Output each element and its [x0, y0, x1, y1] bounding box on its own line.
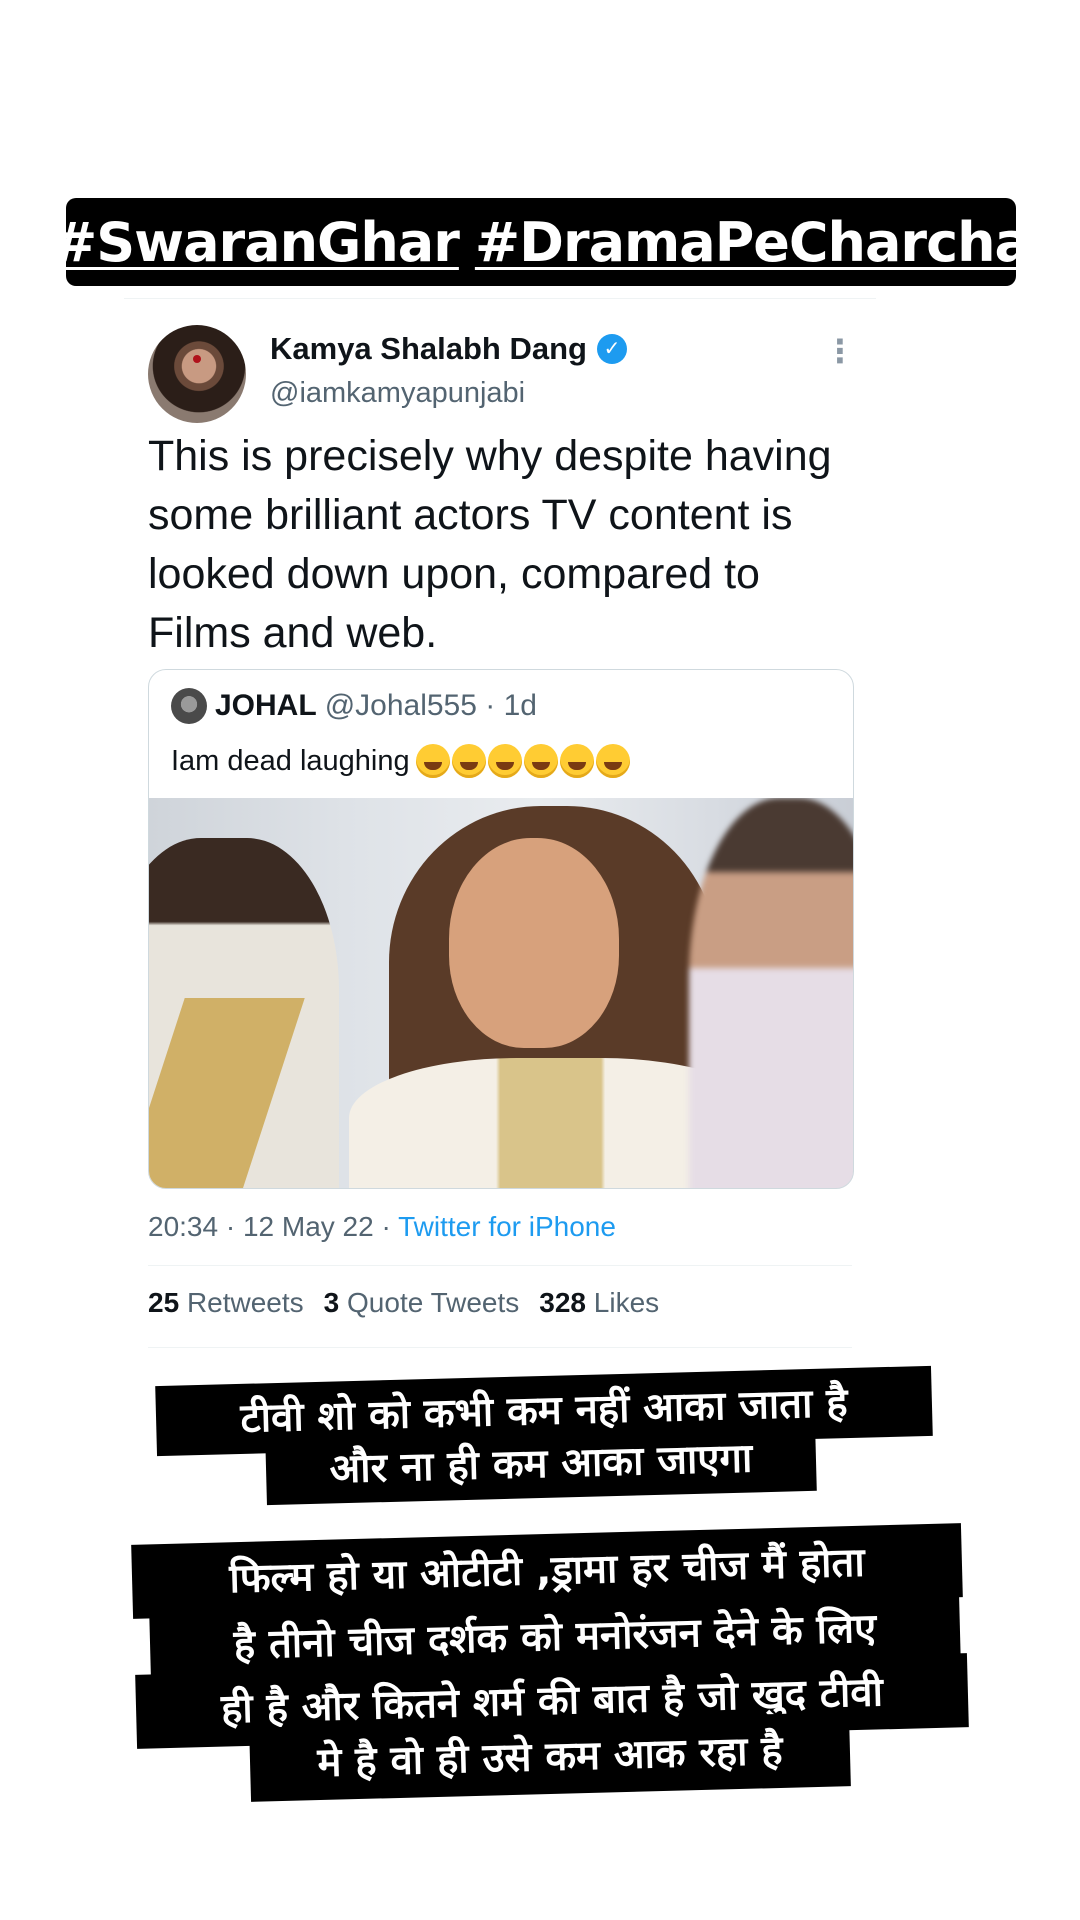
media-figure-right — [689, 798, 853, 1188]
tweet-timestamp-row: 20:34 · 12 May 22 · Twitter for iPhone — [148, 1211, 616, 1243]
likes-stat[interactable]: 328 Likes — [539, 1287, 659, 1319]
more-options-icon[interactable]: ⋮ — [824, 335, 856, 375]
quoted-media-image[interactable] — [149, 798, 853, 1188]
smiling-emoji-icon — [595, 744, 630, 778]
display-name: Kamya Shalabh Dang — [270, 331, 587, 366]
quoted-text-row: Iam dead laughing — [171, 744, 630, 778]
quoted-meta: @Johal555 · 1d — [324, 689, 537, 722]
laughing-emoji-row — [415, 744, 630, 778]
quoted-tweet-header: JOHAL @Johal555 · 1d — [171, 688, 537, 724]
story-caption-line-2: और ना ही कम आका जाएगा — [265, 1422, 817, 1506]
quoted-name: JOHAL — [215, 689, 317, 722]
media-figure-left — [149, 838, 339, 1188]
divider — [148, 1265, 852, 1266]
user-handle[interactable]: @iamkamyapunjabi — [270, 377, 525, 410]
display-name-row[interactable]: Kamya Shalabh Dang ✓ — [270, 331, 627, 367]
tweet-timestamp[interactable]: 20:34 · 12 May 22 · — [148, 1211, 398, 1242]
verified-badge-icon: ✓ — [596, 334, 627, 364]
quoted-tweet[interactable]: JOHAL @Johal555 · 1d Iam dead laughing — [148, 669, 854, 1189]
quote-tweets-stat[interactable]: 3 Quote Tweets — [324, 1287, 520, 1319]
hashtag-swaranghar[interactable]: #SwaranGhar — [52, 211, 460, 274]
laughing-emoji-icon — [451, 744, 486, 778]
tweet-source-link[interactable]: Twitter for iPhone — [398, 1211, 616, 1242]
laughing-emoji-icon — [415, 744, 450, 778]
quoted-avatar — [171, 688, 207, 724]
laughing-emoji-icon — [559, 744, 594, 778]
media-figure-center-face — [449, 838, 619, 1048]
tweet-text: This is precisely why despite having som… — [148, 432, 832, 657]
tweet-card[interactable]: Kamya Shalabh Dang ✓ @iamkamyapunjabi ⋮ … — [124, 298, 876, 1349]
avatar[interactable] — [148, 325, 246, 423]
tweet-stats: 25 Retweets 3 Quote Tweets 328 Likes — [148, 1287, 659, 1319]
retweets-stat[interactable]: 25 Retweets — [148, 1287, 304, 1319]
hashtag-dramapecharcha[interactable]: #DramaPeCharcha — [475, 211, 1031, 274]
hashtag-banner: #SwaranGhar #DramaPeCharcha — [52, 198, 1031, 286]
laughing-emoji-icon — [487, 744, 522, 778]
divider — [148, 1347, 852, 1348]
story-caption-line-6: मे है वो ही उसे कम आक रहा है — [249, 1712, 851, 1802]
quoted-text: Iam dead laughing — [171, 744, 410, 777]
laughing-emoji-icon — [523, 744, 558, 778]
